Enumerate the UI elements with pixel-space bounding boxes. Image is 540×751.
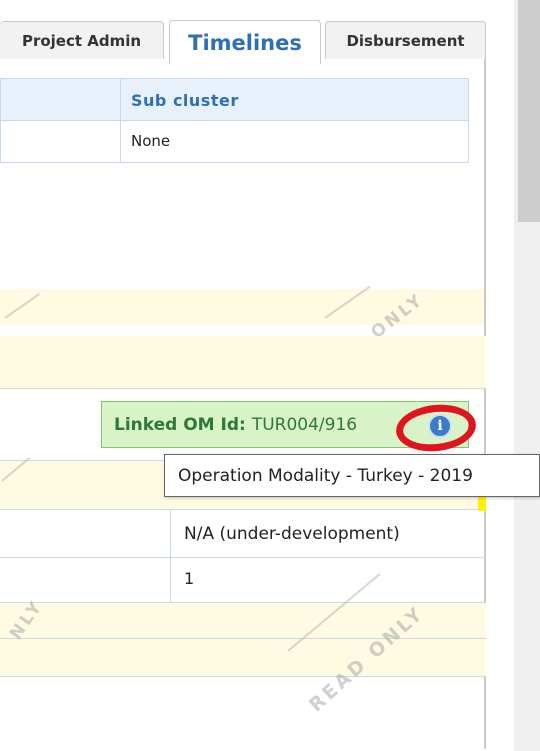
tab-project-admin-label: Project Admin xyxy=(21,31,142,50)
scrollbar-thumb[interactable] xyxy=(518,0,540,222)
sub-cluster-value: None xyxy=(131,132,171,150)
table-row xyxy=(0,639,486,677)
sub-cluster-column-header: Sub cluster xyxy=(131,91,239,110)
table-header-row: Sub cluster xyxy=(0,78,469,122)
table-row: None xyxy=(0,121,469,163)
readonly-band xyxy=(0,336,486,389)
tab-timelines[interactable]: Timelines xyxy=(169,20,321,64)
tab-disbursement[interactable]: Disbursement xyxy=(325,21,486,59)
linked-om-value: TUR004/916 xyxy=(251,414,358,435)
tab-project-admin[interactable]: Project Admin xyxy=(0,21,164,59)
count-value: 1 xyxy=(184,569,195,588)
tab-disbursement-label: Disbursement xyxy=(346,31,465,50)
operation-modality-tooltip: Operation Modality - Turkey - 2019 xyxy=(164,454,540,497)
tooltip-text: Operation Modality - Turkey - 2019 xyxy=(178,465,473,486)
development-status-value: N/A (under-development) xyxy=(184,524,400,544)
yellow-marker xyxy=(478,497,486,511)
table-row: 1 xyxy=(0,558,486,603)
table-row: N/A (under-development) xyxy=(0,510,486,558)
linked-om-label: Linked OM Id: xyxy=(114,414,246,435)
tab-timelines-label: Timelines xyxy=(188,30,302,55)
